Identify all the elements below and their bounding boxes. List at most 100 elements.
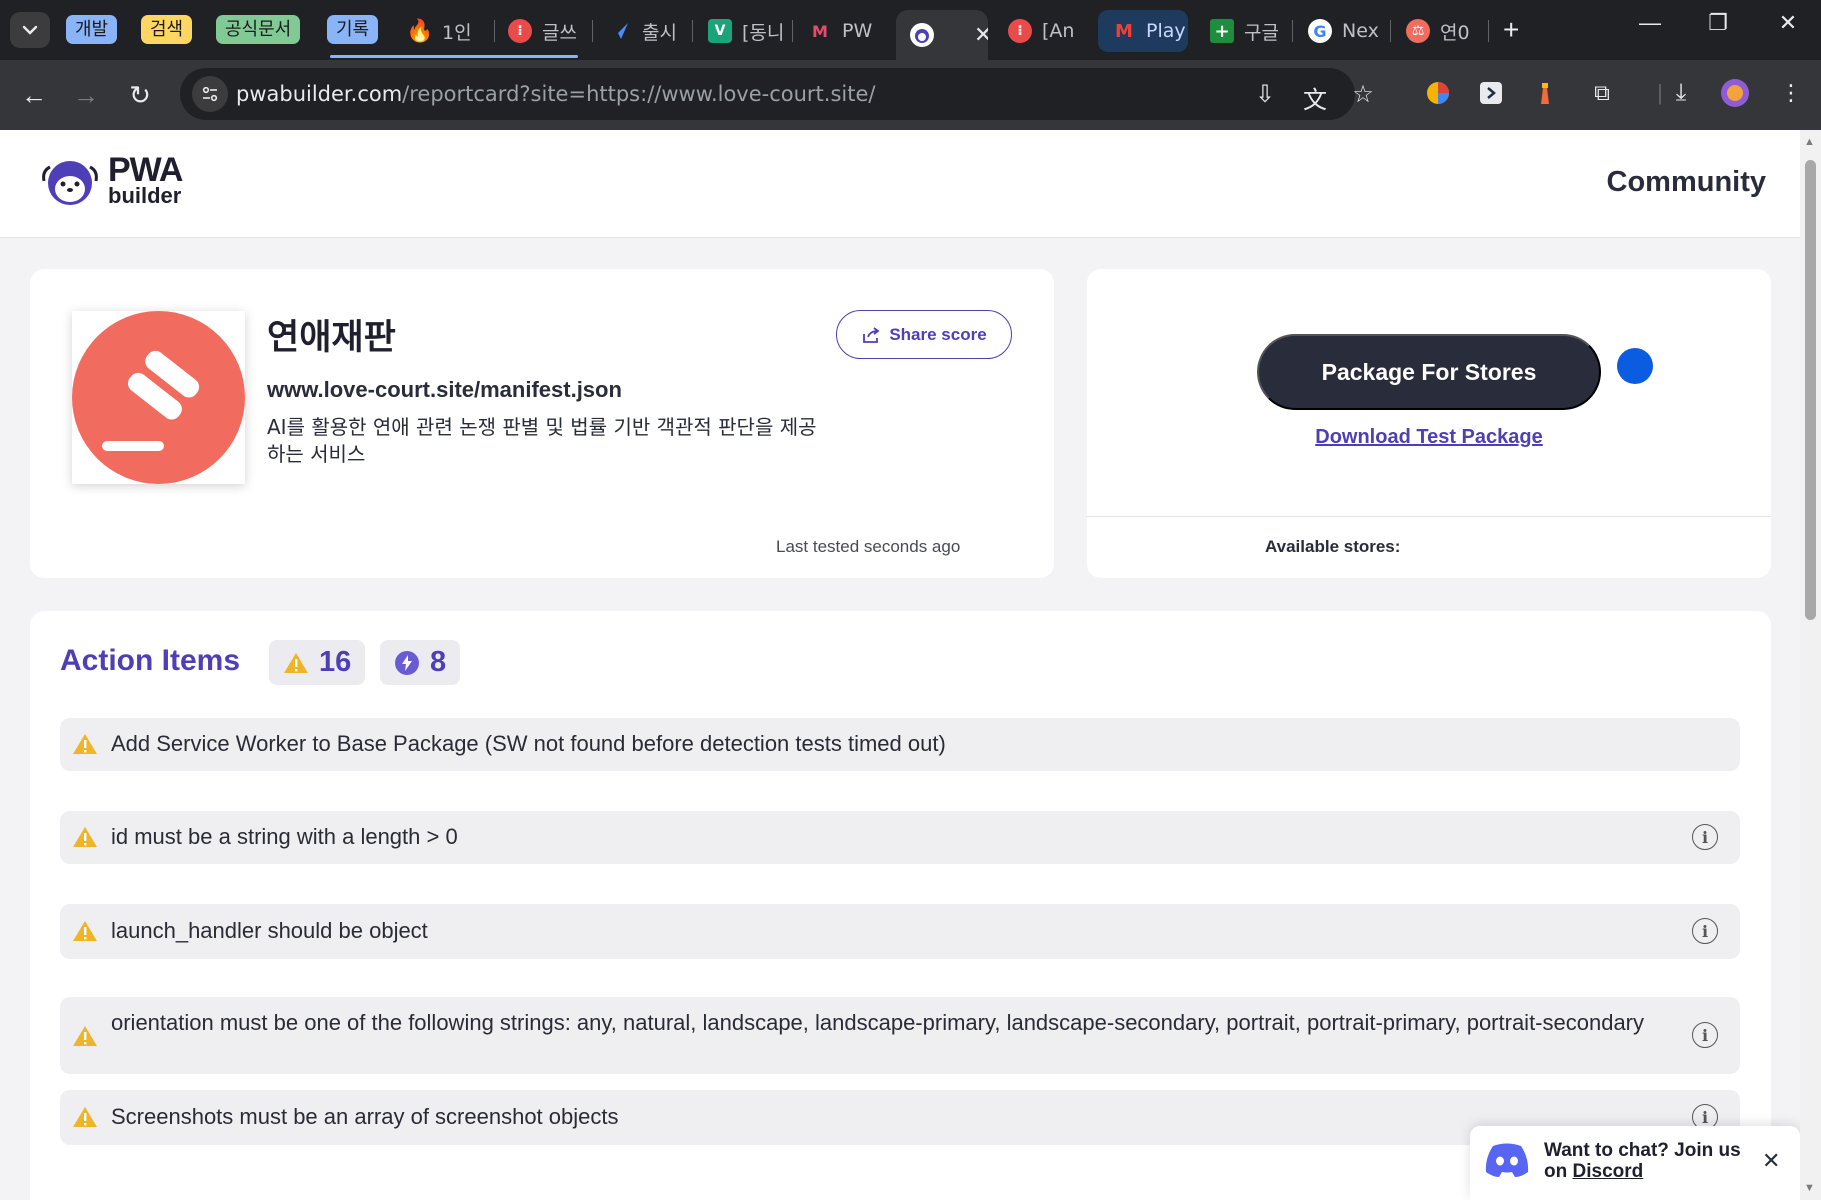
downloads-icon[interactable]: ⤓ <box>1666 78 1696 108</box>
site-info-icon[interactable] <box>192 76 228 112</box>
tab-group-records[interactable]: 기록 <box>327 15 379 44</box>
warning-icon <box>73 827 97 847</box>
tab-group-dev[interactable]: 개발 <box>66 15 118 44</box>
logo-subword: builder <box>108 183 182 209</box>
share-score-button[interactable]: Share score <box>836 310 1012 359</box>
tab-10[interactable]: G Nex <box>1294 10 1390 52</box>
new-tab-icon[interactable]: + <box>1503 14 1519 46</box>
extension-lighthouse-icon[interactable] <box>1530 78 1560 108</box>
tab-title: Play <box>1146 20 1186 42</box>
profile-avatar[interactable] <box>1720 78 1750 108</box>
tab-title: 구글 <box>1244 21 1279 44</box>
tab-7[interactable]: ⁝ [An <box>994 10 1090 52</box>
info-icon[interactable]: i <box>1692 1022 1718 1048</box>
action-items-title: Action Items <box>60 644 241 677</box>
share-icon <box>863 326 880 343</box>
nav-community-link[interactable]: Community <box>1607 166 1767 199</box>
tab-search-button[interactable] <box>10 12 50 48</box>
tab-1[interactable]: 🔥 1인 <box>394 10 494 52</box>
warning-count-badge[interactable]: 16 <box>269 640 366 685</box>
tab-5[interactable]: M PW <box>794 10 892 52</box>
warning-icon <box>73 1107 97 1127</box>
gmail-icon: M <box>1115 20 1133 42</box>
available-stores-label: Available stores: <box>1265 537 1401 556</box>
info-icon[interactable]: i <box>1692 918 1718 944</box>
pwa-m-icon: M <box>812 21 828 41</box>
suggestion-count-badge[interactable]: 8 <box>380 640 461 685</box>
tab-separator <box>792 20 793 42</box>
tab-3[interactable]: 출시 <box>594 10 692 52</box>
tab-title: PW <box>842 20 873 42</box>
warning-icon <box>73 1026 97 1046</box>
page-scrollbar[interactable]: ▲ ▼ <box>1800 130 1821 1200</box>
action-item[interactable]: Add Service Worker to Base Package (SW n… <box>60 718 1740 771</box>
tab-4[interactable]: V [동니 <box>694 10 792 52</box>
url-text[interactable]: pwabuilder.com/reportcard?site=https://w… <box>236 82 875 106</box>
close-tab-icon[interactable]: ✕ <box>974 23 988 48</box>
close-window-icon[interactable]: ✕ <box>1768 10 1808 36</box>
action-items-card: Action Items 16 8 Add Service Worker to … <box>30 611 1771 1200</box>
sheets-icon: + <box>1210 19 1234 43</box>
tab-title: 글쓰 <box>542 21 577 44</box>
action-item[interactable]: id must be a string with a length > 0 i <box>60 811 1740 864</box>
translate-icon[interactable]: 文 <box>1300 80 1330 115</box>
extensions-puzzle-icon[interactable]: ⧉ <box>1587 78 1617 108</box>
tab-separator <box>592 20 593 42</box>
tab-8[interactable]: M Play <box>1098 10 1188 52</box>
tab-separator <box>1390 20 1391 42</box>
tab-group-underline <box>330 55 578 58</box>
close-icon[interactable]: ✕ <box>1762 1148 1780 1174</box>
scroll-up-icon[interactable]: ▲ <box>1804 136 1815 148</box>
restore-icon[interactable]: ❐ <box>1698 10 1738 36</box>
bookmark-star-icon[interactable]: ☆ <box>1348 80 1378 109</box>
action-item-text: launch_handler should be object <box>111 918 428 943</box>
scroll-thumb[interactable] <box>1805 160 1816 620</box>
tab-title: [동니 <box>742 21 785 44</box>
minimize-icon[interactable]: — <box>1630 10 1670 36</box>
info-icon[interactable]: i <box>1692 824 1718 850</box>
app-description: AI를 활용한 연애 관련 논쟁 판별 및 법률 기반 객관적 판단을 제공하는… <box>267 415 817 466</box>
download-test-package-link[interactable]: Download Test Package <box>1087 426 1771 449</box>
reload-icon[interactable]: ↻ <box>122 80 158 111</box>
back-icon[interactable]: ← <box>16 80 52 111</box>
chevron-down-icon <box>22 25 38 35</box>
package-card: Package For Stores Download Test Package… <box>1087 269 1771 578</box>
otter-mascot-icon <box>42 160 98 205</box>
forward-icon[interactable]: → <box>68 80 104 111</box>
discord-chat-popup[interactable]: Want to chat? Join us on Discord ✕ <box>1470 1126 1800 1200</box>
browser-menu-icon[interactable]: ⋮ <box>1776 78 1806 108</box>
tab-title: 출시 <box>642 21 677 44</box>
tab-active-pwabuilder[interactable]: ✕ <box>896 10 988 60</box>
extension-code-icon[interactable] <box>1476 78 1506 108</box>
action-item-text: orientation must be one of the following… <box>111 1010 1645 1035</box>
tab-11[interactable]: ⚖ 연0 <box>1392 10 1488 52</box>
discord-link[interactable]: Discord <box>1573 1161 1644 1182</box>
action-item-text: Add Service Worker to Base Package (SW n… <box>111 731 946 756</box>
discord-icon <box>1485 1143 1529 1177</box>
tab-group-docs[interactable]: 공식문서 <box>216 15 301 44</box>
warning-icon <box>73 734 97 754</box>
action-item-text: Screenshots must be an array of screensh… <box>111 1104 619 1129</box>
tab-2[interactable]: ⁝ 글쓰 <box>494 10 592 52</box>
tab-title: 1인 <box>442 21 472 44</box>
site-header: PWA builder Community <box>0 130 1800 238</box>
action-item[interactable]: launch_handler should be object i <box>60 904 1740 959</box>
lightning-icon <box>395 650 419 675</box>
tab-group-search[interactable]: 검색 <box>141 15 193 44</box>
suggestion-count: 8 <box>430 646 447 678</box>
package-for-stores-button[interactable]: Package For Stores <box>1257 334 1601 410</box>
logo-wordmark: PWA <box>108 151 183 189</box>
google-icon: G <box>1308 19 1332 43</box>
pwabuilder-logo[interactable]: PWA builder <box>38 151 183 209</box>
red-circle-icon: ⁝ <box>1008 19 1032 43</box>
tab-9[interactable]: + 구글 <box>1196 10 1292 52</box>
warning-count: 16 <box>319 646 352 678</box>
install-app-icon[interactable]: ⇩ <box>1250 80 1280 109</box>
warning-icon <box>73 921 97 941</box>
address-bar[interactable]: pwabuilder.com/reportcard?site=https://w… <box>180 68 1374 120</box>
extension-color-icon[interactable] <box>1423 78 1453 108</box>
scroll-down-icon[interactable]: ▼ <box>1804 1182 1815 1194</box>
pwabuilder-otter-icon <box>910 23 934 47</box>
share-score-label: Share score <box>889 324 987 344</box>
action-item[interactable]: orientation must be one of the following… <box>60 997 1740 1074</box>
